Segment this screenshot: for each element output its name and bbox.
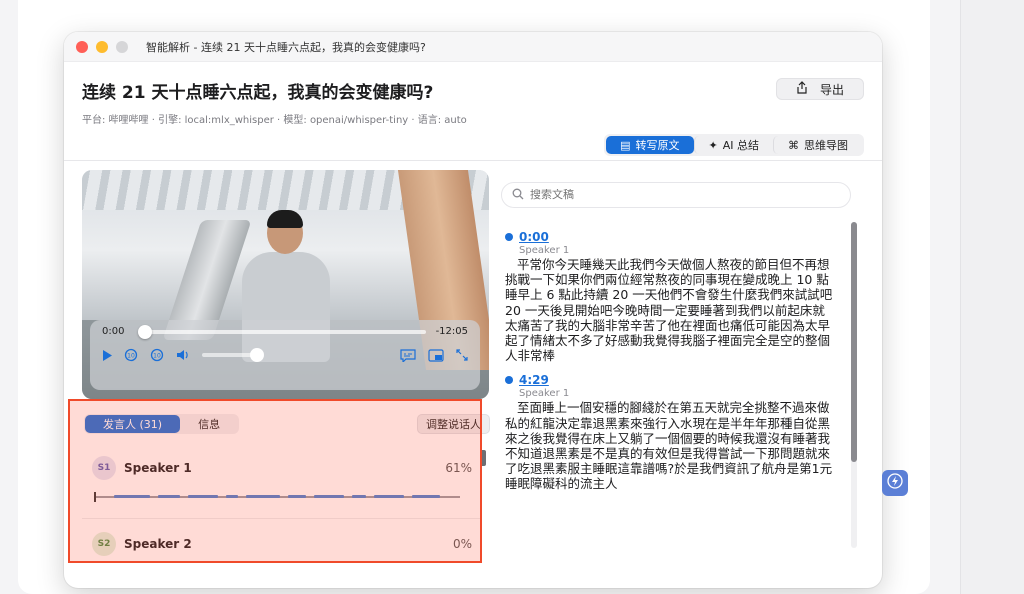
progress-bar[interactable] — [138, 325, 426, 339]
floating-assistant-button[interactable] — [882, 470, 908, 496]
tab-transcript[interactable]: ▤ 转写原文 — [606, 136, 694, 154]
speaker-timeline — [94, 492, 460, 502]
page-header: 连续 21 天十点睡六点起，我真的会变健康吗? 平台: 哔哩哔哩 · 引擎: l… — [64, 62, 882, 132]
timeline-segment — [288, 495, 306, 498]
speaker-row[interactable]: S2 Speaker 2 0% — [92, 532, 472, 556]
timeline-segment — [226, 495, 238, 498]
skip-forward-icon[interactable]: 10 — [150, 348, 164, 362]
segment-text: 平常你今天睡幾天此我們今天做個人熬夜的節目但不再想挑戰一下如果你們兩位經常熬夜的… — [505, 257, 833, 364]
transcript-scroll-thumb[interactable] — [851, 222, 857, 462]
transcript-scrollbar[interactable] — [851, 222, 857, 548]
speaker-name: Speaker 1 — [124, 461, 192, 475]
skip-back-icon[interactable]: 10 — [124, 348, 138, 362]
panel-resize-handle[interactable] — [480, 450, 486, 466]
speaker-separator — [82, 518, 482, 519]
close-window-button[interactable] — [76, 40, 88, 53]
tab-ai-summary[interactable]: ✦ AI 总结 — [693, 136, 773, 154]
volume-knob[interactable] — [250, 348, 264, 362]
timeline-segment — [114, 495, 150, 498]
picture-in-picture-icon[interactable] — [428, 348, 444, 362]
sparkle-icon: ✦ — [708, 138, 718, 152]
segment-timestamp-link[interactable]: 4:29 — [519, 373, 549, 387]
transcript-list: 0:00 Speaker 1 平常你今天睡幾天此我們今天做個人熬夜的節目但不再想… — [505, 230, 835, 565]
transcript-search — [501, 182, 851, 208]
progress-knob[interactable] — [138, 325, 152, 339]
speaker-panel: 发言人 (31) 信息 调整说话人 S1 Speaker 1 61% S2 Sp — [82, 408, 490, 588]
transcript-segment: 4:29 Speaker 1 至面睡上一個安穩的腳綫於在第五天就完全挑整不過來做… — [505, 373, 835, 491]
lightning-icon — [887, 473, 903, 493]
tab-ai-summary-label: AI 总结 — [722, 139, 759, 152]
svg-text:10: 10 — [153, 353, 161, 360]
timeline-start-marker — [94, 492, 96, 502]
minimize-window-button[interactable] — [96, 40, 108, 53]
current-time: 0:00 — [102, 326, 125, 337]
search-icon — [512, 188, 524, 203]
video-player[interactable]: 0:00 -12:05 10 10 — [82, 170, 489, 399]
player-controls: 0:00 -12:05 10 10 — [90, 320, 480, 390]
timeline-segment — [352, 495, 366, 498]
speaker-percent: 0% — [452, 537, 472, 551]
timeline-segment — [412, 495, 440, 498]
command-icon: ⌘ — [788, 138, 799, 152]
speaker-row[interactable]: S1 Speaker 1 61% — [92, 456, 472, 480]
view-tabs: ▤ 转写原文 ✦ AI 总结 ⌘ 思维导图 — [604, 134, 864, 156]
document-icon: ▤ — [620, 138, 631, 152]
transcript-segment: 0:00 Speaker 1 平常你今天睡幾天此我們今天做個人熬夜的節目但不再想… — [505, 230, 835, 363]
segment-speaker: Speaker 1 — [519, 388, 570, 400]
timeline-segment — [158, 495, 180, 498]
page-title: 连续 21 天十点睡六点起，我真的会变健康吗? — [82, 83, 434, 103]
video-meta: 平台: 哔哩哔哩 · 引擎: local:mlx_whisper · 模型: o… — [82, 115, 467, 126]
timeline-segment — [314, 495, 344, 498]
speaker-badge: S1 — [92, 456, 116, 480]
speaker-badge: S2 — [92, 532, 116, 556]
tab-info[interactable]: 信息 — [180, 415, 238, 433]
segment-dot — [505, 376, 513, 385]
segment-dot — [505, 233, 513, 241]
segment-speaker: Speaker 1 — [519, 245, 570, 256]
segment-timestamp-link[interactable]: 0:00 — [519, 230, 549, 244]
analysis-window: 智能解析 - 连续 21 天十点睡六点起，我真的会变健康吗? 连续 21 天十点… — [64, 32, 882, 588]
speaker-percent: 61% — [445, 461, 472, 475]
title-bar: 智能解析 - 连续 21 天十点睡六点起，我真的会变健康吗? — [64, 32, 882, 62]
volume-slider[interactable] — [202, 348, 264, 362]
tab-transcript-label: 转写原文 — [635, 139, 680, 152]
export-button[interactable]: 导出 — [776, 78, 864, 100]
segment-text: 至面睡上一個安穩的腳綫於在第五天就完全挑整不過來做私的紅龍決定靠退黑素來強行入水… — [505, 400, 833, 492]
timeline-segment — [374, 495, 404, 498]
speaker-panel-tabs: 发言人 (31) 信息 — [84, 414, 240, 434]
header-divider — [64, 160, 882, 161]
right-sidebar-strip — [960, 0, 1024, 594]
window-title: 智能解析 - 连续 21 天十点睡六点起，我真的会变健康吗? — [146, 40, 426, 54]
share-icon — [796, 81, 808, 97]
timeline-segment — [246, 495, 280, 498]
play-icon[interactable] — [102, 349, 112, 361]
tab-mind-map[interactable]: ⌘ 思维导图 — [773, 136, 862, 154]
timeline-segment — [188, 495, 218, 498]
tab-mind-map-label: 思维导图 — [804, 139, 848, 152]
captions-icon[interactable] — [400, 348, 416, 362]
adjust-speakers-button[interactable]: 调整说话人 — [417, 414, 490, 434]
speaker-name: Speaker 2 — [124, 537, 192, 551]
search-input[interactable] — [530, 189, 830, 201]
remaining-time: -12:05 — [435, 326, 468, 337]
zoom-window-button[interactable] — [116, 40, 128, 53]
volume-icon[interactable] — [176, 349, 190, 361]
tab-speakers[interactable]: 发言人 (31) — [85, 415, 181, 433]
fullscreen-icon[interactable] — [456, 349, 468, 361]
svg-text:10: 10 — [127, 353, 135, 360]
export-label: 导出 — [819, 82, 844, 97]
